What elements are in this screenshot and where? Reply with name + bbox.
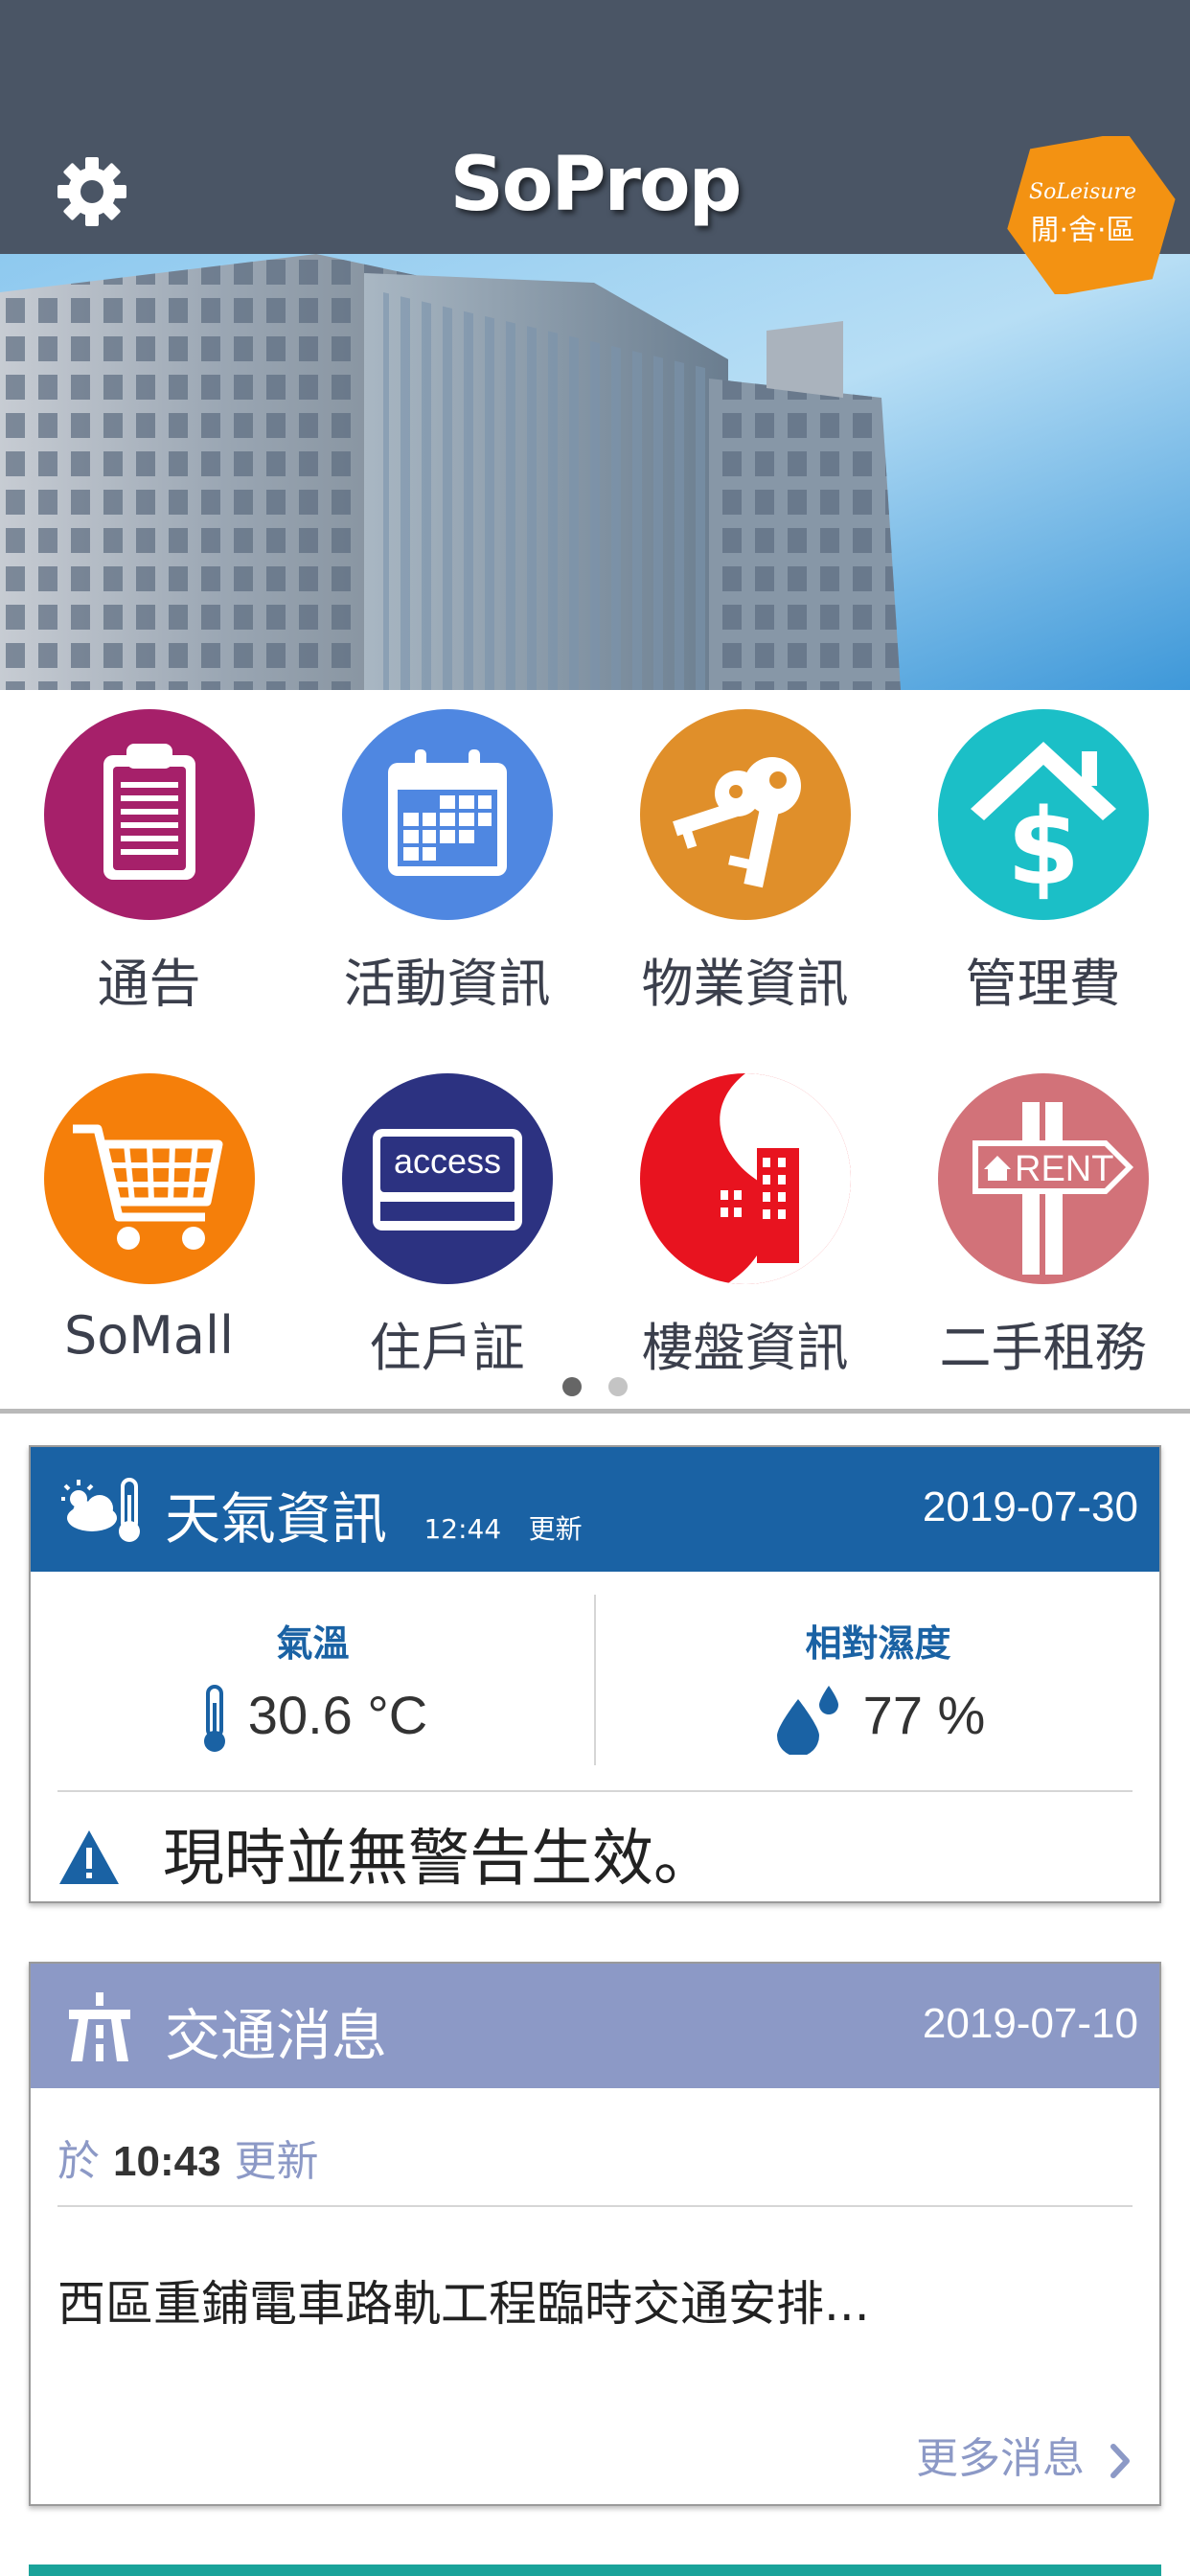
traffic-card[interactable]: 交通消息 2019-07-10 於 10:43 更新 西區重鋪電車路軌工程臨時交… xyxy=(29,1962,1161,2506)
weather-card-header: 天氣資訊 12:44 更新 2019-07-30 xyxy=(31,1447,1159,1572)
soleisure-badge-label[interactable]: SoLeisure 閒·舍·區 xyxy=(996,180,1169,248)
tile-management-fee[interactable]: $ 管理費 xyxy=(894,709,1190,1017)
next-card-edge xyxy=(29,2564,1161,2576)
clipboard-icon xyxy=(43,709,255,920)
tile-label: 活動資訊 xyxy=(343,954,551,1014)
cart-icon xyxy=(43,1073,255,1284)
humidity-label: 相對濕度 xyxy=(805,1622,951,1665)
traffic-time: 10:43 xyxy=(113,2138,221,2185)
weather-card[interactable]: 天氣資訊 12:44 更新 2019-07-30 氣溫 30.6 °C 相對濕度 xyxy=(29,1445,1161,1903)
tile-label: 通告 xyxy=(97,954,201,1014)
access-card-text: access xyxy=(393,1141,500,1181)
feature-grid: 通告 活動資訊 物業資訊 $ 管理費 SoMall access 住戶証 樓盤資… xyxy=(0,690,1190,1414)
tile-notices[interactable]: 通告 xyxy=(0,709,298,1017)
weather-warning-text: 現時並無警告生效。 xyxy=(163,1824,715,1895)
traffic-date: 2019-07-10 xyxy=(922,2000,1138,2047)
weather-title-row: 天氣資訊 12:44 更新 xyxy=(165,1474,583,1554)
tile-label: 樓盤資訊 xyxy=(641,1318,849,1378)
weather-cloud-icon xyxy=(61,1478,140,1542)
banner-image[interactable] xyxy=(0,254,1190,690)
warning-icon xyxy=(59,1830,119,1884)
more-news-link[interactable]: 更多消息 xyxy=(916,2424,1133,2485)
section-divider xyxy=(0,1409,1190,1414)
temperature-value: 30.6 °C xyxy=(247,1685,428,1745)
svg-text:$: $ xyxy=(1006,786,1080,908)
traffic-update-word: 更新 xyxy=(234,2137,319,2186)
tile-label: SoMall xyxy=(63,1305,234,1366)
road-icon xyxy=(69,1992,130,2061)
weather-row-divider xyxy=(57,1790,1133,1792)
building-photo xyxy=(0,254,1190,690)
house-dollar-icon: $ xyxy=(937,709,1149,920)
weather-card-body: 氣溫 30.6 °C 相對濕度 77 % 現時並無警告生效。 xyxy=(31,1572,1159,1899)
more-news-label: 更多消息 xyxy=(916,2434,1085,2483)
tile-label: 物業資訊 xyxy=(641,954,849,1014)
water-drops-icon xyxy=(776,1686,838,1758)
traffic-prefix: 於 xyxy=(57,2137,100,2186)
tile-listings[interactable]: 樓盤資訊 xyxy=(596,1073,894,1381)
traffic-headline[interactable]: 西區重鋪電車路軌工程臨時交通安排... xyxy=(57,2266,870,2334)
tile-rental[interactable]: RENT 二手租務 xyxy=(894,1073,1190,1381)
humidity-value: 77 % xyxy=(862,1685,986,1745)
access-card-icon: access xyxy=(341,1073,553,1284)
weather-date: 2019-07-30 xyxy=(922,1484,1138,1530)
weather-update-word: 更新 xyxy=(528,1513,583,1545)
temperature-block: 氣溫 30.6 °C xyxy=(31,1572,595,1790)
page-dot-active[interactable] xyxy=(561,1377,582,1396)
humidity-block: 相對濕度 77 % xyxy=(596,1572,1160,1790)
keys-icon xyxy=(639,709,851,920)
tile-somall[interactable]: SoMall xyxy=(0,1073,298,1366)
tile-label: 二手租務 xyxy=(939,1318,1147,1378)
page-indicator[interactable] xyxy=(0,1377,1190,1401)
traffic-divider xyxy=(57,2205,1133,2207)
building-icon xyxy=(639,1073,851,1284)
tile-events[interactable]: 活動資訊 xyxy=(298,709,596,1017)
temperature-label: 氣溫 xyxy=(276,1622,350,1665)
rent-sign-icon: RENT xyxy=(937,1073,1149,1284)
humidity-row: 77 % xyxy=(596,1684,1160,1758)
badge-line1: SoLeisure xyxy=(1029,180,1136,204)
tile-resident-card[interactable]: access 住戶証 xyxy=(298,1073,596,1381)
calendar-icon xyxy=(341,709,553,920)
traffic-update-line: 於 10:43 更新 xyxy=(57,2127,319,2188)
tile-label: 住戶証 xyxy=(369,1318,525,1378)
tile-property-info[interactable]: 物業資訊 xyxy=(596,709,894,1017)
rent-sign-text: RENT xyxy=(1015,1149,1113,1189)
weather-update-time: 12:44 xyxy=(423,1513,502,1545)
tile-label: 管理費 xyxy=(965,954,1121,1014)
page-dot[interactable] xyxy=(608,1377,629,1396)
chevron-right-icon xyxy=(1110,2444,1130,2478)
badge-line2: 閒·舍·區 xyxy=(1030,214,1135,247)
temperature-row: 30.6 °C xyxy=(31,1684,595,1755)
weather-title: 天氣資訊 xyxy=(165,1486,388,1552)
traffic-card-body: 於 10:43 更新 西區重鋪電車路軌工程臨時交通安排... 更多消息 xyxy=(31,2088,1159,2506)
traffic-title: 交通消息 xyxy=(165,2003,388,2068)
traffic-card-header: 交通消息 2019-07-10 xyxy=(31,1964,1159,2088)
thermometer-icon xyxy=(203,1685,225,1753)
